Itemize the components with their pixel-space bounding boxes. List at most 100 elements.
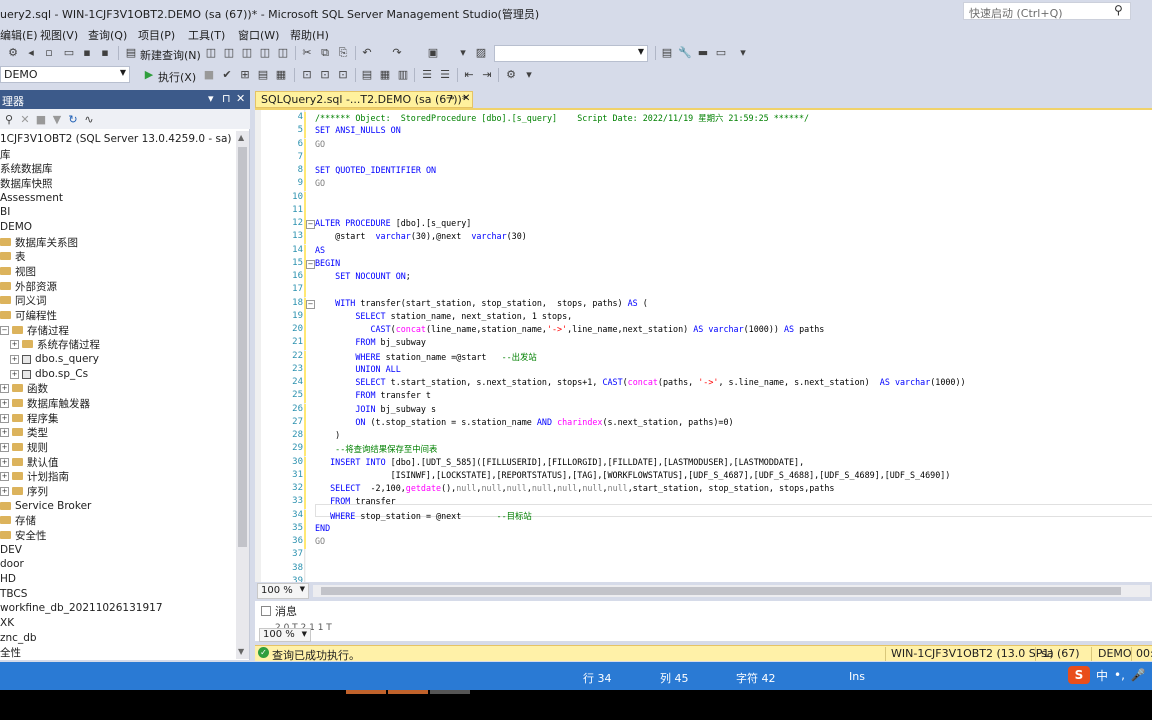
back-icon[interactable]: ◂ <box>24 46 38 60</box>
find-combo[interactable]: ▼ <box>494 45 648 62</box>
results-file-icon[interactable]: ▥ <box>396 68 410 82</box>
tree-node[interactable]: Service Broker <box>0 499 91 513</box>
expand-icon[interactable]: + <box>0 457 9 467</box>
expand-icon[interactable]: + <box>10 369 19 379</box>
expand-icon[interactable]: + <box>0 442 9 452</box>
tree-node[interactable]: + 计划指南 <box>0 469 69 483</box>
specify-values-icon[interactable]: ⚙ <box>504 68 518 82</box>
mic-icon[interactable]: 🎤 <box>1131 668 1146 682</box>
code-line[interactable]: CAST(concat(line_name,station_name,'->',… <box>315 324 824 334</box>
search-icon[interactable]: ⚲ <box>1114 3 1123 17</box>
code-line[interactable]: ON (t.stop_station = s.station_name AND … <box>315 417 733 427</box>
activity-icon[interactable]: ∿ <box>82 113 96 127</box>
sql-editor[interactable]: 4 5 6 7 8 9 10 11 12 13 14 15 16 17 18 19 20 21 22 23 24 25 26… <box>255 108 1152 582</box>
overflow-icon-2[interactable]: ▾ <box>522 68 536 82</box>
code-line[interactable]: SET ANSI_NULLS ON <box>315 125 401 135</box>
collapse-icon[interactable]: − <box>306 220 315 229</box>
solution-explorer-icon[interactable]: ▣ <box>426 46 440 60</box>
tree-node[interactable]: 外部资源 <box>0 279 57 293</box>
paste-icon[interactable]: ⎘ <box>336 46 350 60</box>
tree-node[interactable]: + 程序集 <box>0 411 59 425</box>
expand-icon[interactable]: + <box>0 398 9 408</box>
tree-node[interactable]: 视图 <box>0 264 36 278</box>
tree-node[interactable]: 数据库关系图 <box>0 235 78 249</box>
stop-icon[interactable]: ■ <box>202 68 216 82</box>
code-line[interactable]: JOIN bj_subway s <box>315 404 436 414</box>
code-line[interactable]: FROM transfer <box>315 496 396 506</box>
uncomment-icon[interactable]: ☰ <box>438 68 452 82</box>
window-layout-icon[interactable]: ▭ <box>714 46 728 60</box>
code-line[interactable]: --将查询结果保存至中间表 <box>315 443 437 455</box>
db-query-icon[interactable]: ◫ <box>204 46 218 60</box>
results-to-icon[interactable]: ▦ <box>274 68 288 82</box>
tree-node[interactable]: DEV <box>0 543 22 557</box>
ime-punctuation[interactable]: •, <box>1114 668 1125 682</box>
expand-icon[interactable]: + <box>0 427 9 437</box>
tree-node[interactable]: + 数据库触发器 <box>0 396 90 410</box>
quick-launch-input[interactable]: 快速启动 (Ctrl+Q) <box>963 2 1131 20</box>
undo-icon[interactable]: ↶ <box>360 46 374 60</box>
code-line[interactable]: AS <box>315 245 325 255</box>
code-line[interactable]: BEGIN <box>315 258 340 268</box>
xmla-query-icon[interactable]: ◫ <box>258 46 272 60</box>
collapse-icon[interactable]: − <box>0 325 9 335</box>
scrollbar-thumb[interactable] <box>238 147 247 547</box>
code-line[interactable]: UNION ALL <box>315 364 400 374</box>
find-icon[interactable]: ▨ <box>474 46 488 60</box>
new-query-button[interactable]: 新建查询(N) <box>140 47 201 63</box>
tree-node[interactable]: XK <box>0 616 14 630</box>
save-all-icon[interactable]: ▪ <box>98 46 112 60</box>
close-icon[interactable]: ✕ <box>236 92 245 105</box>
sogou-logo-icon[interactable]: S <box>1068 666 1090 684</box>
tree-node[interactable]: 库 <box>0 147 11 161</box>
refresh-icon[interactable]: ↻ <box>66 113 80 127</box>
expand-icon[interactable]: + <box>10 354 19 364</box>
tree-node[interactable]: 安全性 <box>0 528 47 542</box>
tree-node-sp-cs[interactable]: + dbo.sp_Cs <box>10 367 88 381</box>
increase-indent-icon[interactable]: ⇥ <box>480 68 494 82</box>
results-grid-icon[interactable]: ▦ <box>378 68 392 82</box>
pin-icon[interactable]: ⊓ <box>222 92 231 105</box>
tree-node[interactable]: + 默认值 <box>0 455 59 469</box>
toolbox-icon[interactable]: ▬ <box>696 46 710 60</box>
code-line[interactable]: INSERT INTO [dbo].[UDT_S_585]([FILLUSERI… <box>315 457 804 467</box>
scroll-down-icon[interactable]: ▼ <box>238 647 244 656</box>
code-line[interactable]: SELECT t.start_station, s.next_station, … <box>315 377 965 387</box>
tree-node[interactable]: + 类型 <box>0 425 48 439</box>
code-line[interactable]: /****** Object: StoredProcedure [dbo].[s… <box>315 112 809 124</box>
client-stats-icon[interactable]: ⊡ <box>336 68 350 82</box>
tree-node[interactable]: − 存储过程 <box>0 323 69 337</box>
code-line[interactable]: WITH transfer(start_station, stop_statio… <box>315 298 648 308</box>
expand-icon[interactable]: + <box>0 471 9 481</box>
code-line[interactable]: SELECT station_name, next_station, 1 sto… <box>315 311 572 321</box>
menu-view[interactable]: 视图(V) <box>40 27 78 43</box>
dmx-query-icon[interactable]: ◫ <box>240 46 254 60</box>
tree-node[interactable]: 全性 <box>0 645 21 659</box>
decrease-indent-icon[interactable]: ⇤ <box>462 68 476 82</box>
tree-node[interactable]: door <box>0 557 24 571</box>
cut-icon[interactable]: ✂ <box>300 46 314 60</box>
code-line[interactable]: SET QUOTED_IDENTIFIER ON <box>315 165 436 175</box>
tab-sqlquery2[interactable]: SQLQuery2.sql -...T2.DEMO (sa (67))* ⊸ ✕ <box>255 91 473 108</box>
menu-help[interactable]: 帮助(H) <box>290 27 329 43</box>
close-tab-icon[interactable]: ✕ <box>462 93 470 104</box>
tree-node[interactable]: BI <box>0 205 10 219</box>
results-text-icon[interactable]: ▤ <box>360 68 374 82</box>
tree-node[interactable]: znc_db <box>0 631 37 645</box>
menu-edit[interactable]: 编辑(E) <box>0 27 38 43</box>
ime-toolbar[interactable]: S 中 •, 🎤 <box>1068 665 1146 685</box>
results-zoom-select[interactable]: 100 % ▼ <box>259 628 311 642</box>
code-line[interactable]: GO <box>315 536 325 546</box>
editor-horizontal-scrollbar[interactable] <box>313 585 1150 597</box>
ime-language[interactable]: 中 <box>1096 667 1108 684</box>
tab-messages[interactable]: 消息 <box>261 603 297 619</box>
tree-node[interactable]: + 系统存储过程 <box>10 337 100 351</box>
execute-button[interactable]: 执行(X) <box>158 69 196 85</box>
tree-node[interactable]: + 序列 <box>0 484 48 498</box>
dropdown-icon[interactable]: ▾ <box>208 92 214 105</box>
collapse-icon[interactable]: − <box>306 299 315 309</box>
code-line[interactable]: @start varchar(30),@next varchar(30) <box>315 231 527 241</box>
code-line[interactable]: FROM bj_subway <box>315 337 426 347</box>
pin-icon[interactable]: ⊸ <box>446 93 454 104</box>
expand-icon[interactable]: + <box>0 486 9 496</box>
